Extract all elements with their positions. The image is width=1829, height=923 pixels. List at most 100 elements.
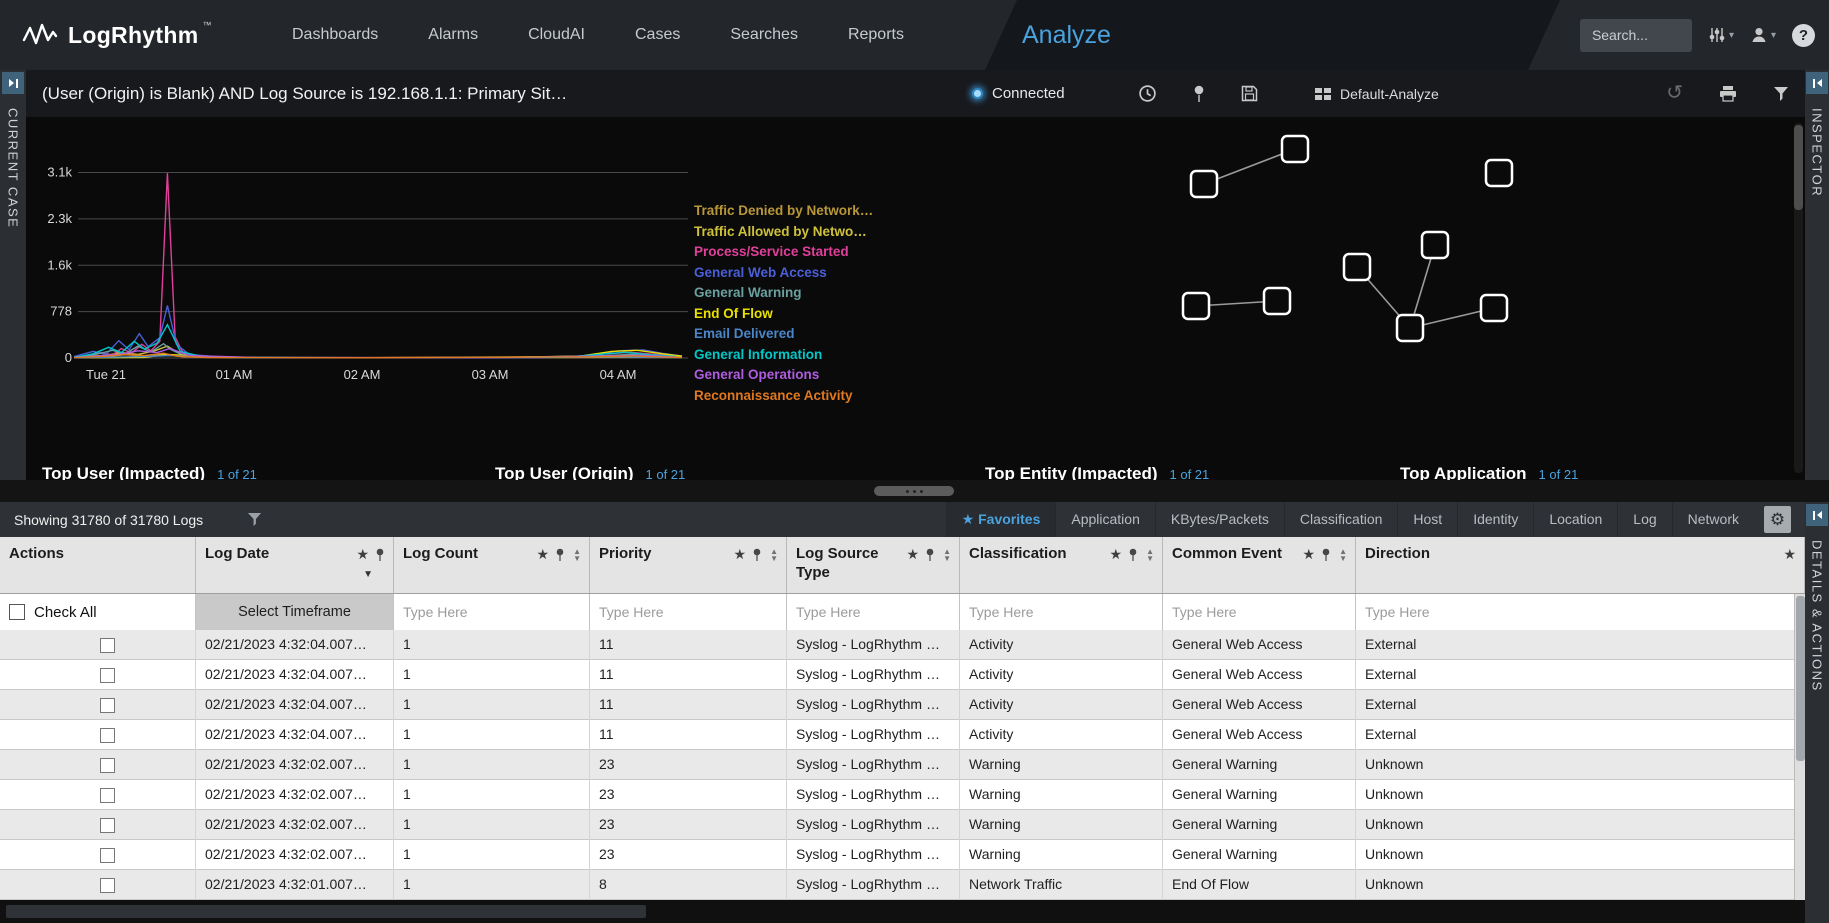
sort-arrows-icon[interactable]: ▲▼ xyxy=(1339,548,1347,562)
graph-node[interactable] xyxy=(1344,254,1370,280)
tab-kbytes-packets[interactable]: KBytes/Packets xyxy=(1155,502,1284,537)
grid-vertical-scrollbar-handle[interactable] xyxy=(1796,596,1805,761)
help-button[interactable]: ? xyxy=(1792,24,1815,47)
pin-icon[interactable] xyxy=(752,548,762,562)
tab-classification[interactable]: Classification xyxy=(1284,502,1397,537)
sort-arrows-icon[interactable]: ▲▼ xyxy=(770,548,778,562)
column-header-priority[interactable]: Priority★▲▼ xyxy=(590,537,787,593)
column-header-log-date[interactable]: Log Date▼★ xyxy=(196,537,394,593)
nav-item-cases[interactable]: Cases xyxy=(635,26,680,44)
pin-icon[interactable] xyxy=(1128,548,1138,562)
graph-node[interactable] xyxy=(1397,315,1423,341)
graph-node[interactable] xyxy=(1264,288,1290,314)
tab-location[interactable]: Location xyxy=(1533,502,1617,537)
sort-desc-icon[interactable]: ▼ xyxy=(363,569,373,580)
search-input[interactable] xyxy=(1580,19,1692,52)
graph-node[interactable] xyxy=(1486,160,1512,186)
table-row[interactable]: 02/21/2023 4:32:01.007…18Syslog - LogRhy… xyxy=(0,870,1805,900)
nav-item-searches[interactable]: Searches xyxy=(730,26,798,44)
column-header-common-event[interactable]: Common Event★▲▼ xyxy=(1163,537,1356,593)
filter-button[interactable] xyxy=(1773,86,1789,102)
filter-input-log-count[interactable]: Type Here xyxy=(394,594,590,630)
table-row[interactable]: 02/21/2023 4:32:04.007…111Syslog - LogRh… xyxy=(0,660,1805,690)
widget-pager[interactable]: 1 of 21 xyxy=(1170,467,1210,480)
row-checkbox[interactable] xyxy=(100,848,115,863)
divider-resize-handle[interactable] xyxy=(874,486,954,496)
table-row[interactable]: 02/21/2023 4:32:04.007…111Syslog - LogRh… xyxy=(0,630,1805,660)
row-checkbox[interactable] xyxy=(100,638,115,653)
favorite-star-icon[interactable]: ★ xyxy=(356,546,369,563)
row-checkbox[interactable] xyxy=(100,758,115,773)
column-header-direction[interactable]: Direction★ xyxy=(1356,537,1805,593)
widget-pager[interactable]: 1 of 21 xyxy=(1539,467,1579,480)
nav-item-reports[interactable]: Reports xyxy=(848,26,904,44)
table-row[interactable]: 02/21/2023 4:32:02.007…123Syslog - LogRh… xyxy=(0,840,1805,870)
expand-details-button[interactable] xyxy=(1806,504,1828,526)
graph-node[interactable] xyxy=(1191,171,1217,197)
filter-input-classification[interactable]: Type Here xyxy=(960,594,1163,630)
horizontal-scrollbar-handle[interactable] xyxy=(6,905,646,918)
filter-input-common-event[interactable]: Type Here xyxy=(1163,594,1356,630)
pin-icon[interactable] xyxy=(925,548,935,562)
column-header-log-source-type[interactable]: Log Source Type★▲▼ xyxy=(787,537,960,593)
favorite-star-icon[interactable]: ★ xyxy=(1110,546,1123,563)
check-all-checkbox[interactable] xyxy=(9,604,25,620)
row-checkbox[interactable] xyxy=(100,728,115,743)
table-row[interactable]: 02/21/2023 4:32:04.007…111Syslog - LogRh… xyxy=(0,720,1805,750)
time-range-button[interactable] xyxy=(1138,84,1157,103)
table-row[interactable]: 02/21/2023 4:32:04.007…111Syslog - LogRh… xyxy=(0,690,1805,720)
panel-scrollbar-handle[interactable] xyxy=(1794,125,1803,210)
column-header-actions[interactable]: Actions xyxy=(0,537,196,593)
column-header-classification[interactable]: Classification★▲▼ xyxy=(960,537,1163,593)
table-row[interactable]: 02/21/2023 4:32:02.007…123Syslog - LogRh… xyxy=(0,750,1805,780)
tab-log[interactable]: Log xyxy=(1617,502,1671,537)
pin-icon[interactable] xyxy=(375,548,385,562)
tab-favorites[interactable]: ★ Favorites xyxy=(946,502,1056,537)
graph-node[interactable] xyxy=(1282,136,1308,162)
nav-item-dashboards[interactable]: Dashboards xyxy=(292,26,378,44)
filter-input-priority[interactable]: Type Here xyxy=(590,594,787,630)
graph-node[interactable] xyxy=(1481,295,1507,321)
sort-arrows-icon[interactable]: ▲▼ xyxy=(943,548,951,562)
row-checkbox[interactable] xyxy=(100,698,115,713)
graph-node[interactable] xyxy=(1183,293,1209,319)
sort-arrows-icon[interactable]: ▲▼ xyxy=(573,548,581,562)
timeframe-select-button[interactable]: Select Timeframe xyxy=(196,594,394,630)
undo-button[interactable]: ↺ xyxy=(1666,83,1683,104)
pin-icon[interactable] xyxy=(1321,548,1331,562)
widget-pager[interactable]: 1 of 21 xyxy=(217,467,257,480)
row-checkbox[interactable] xyxy=(100,818,115,833)
widget-pager[interactable]: 1 of 21 xyxy=(646,467,686,480)
row-checkbox[interactable] xyxy=(100,668,115,683)
row-checkbox[interactable] xyxy=(100,878,115,893)
pin-search-button[interactable] xyxy=(1193,85,1205,103)
details-actions-label[interactable]: DETAILS & ACTIONS xyxy=(1810,540,1825,692)
expand-current-case-button[interactable] xyxy=(2,72,24,94)
nav-item-analyze[interactable]: Analyze xyxy=(1022,0,1111,70)
tab-identity[interactable]: Identity xyxy=(1457,502,1533,537)
user-menu-button[interactable]: ▾ xyxy=(1750,26,1776,44)
table-row[interactable]: 02/21/2023 4:32:02.007…123Syslog - LogRh… xyxy=(0,810,1805,840)
favorite-star-icon[interactable]: ★ xyxy=(734,546,747,563)
column-header-log-count[interactable]: Log Count★▲▼ xyxy=(394,537,590,593)
favorite-star-icon[interactable]: ★ xyxy=(907,546,920,563)
tab-host[interactable]: Host xyxy=(1397,502,1457,537)
grid-settings-button[interactable]: ⚙ xyxy=(1764,506,1791,533)
row-checkbox[interactable] xyxy=(100,788,115,803)
pin-icon[interactable] xyxy=(555,548,565,562)
graph-node[interactable] xyxy=(1422,232,1448,258)
table-row[interactable]: 02/21/2023 4:32:02.007…123Syslog - LogRh… xyxy=(0,780,1805,810)
search-options-button[interactable]: ▾ xyxy=(1708,27,1734,43)
print-button[interactable] xyxy=(1719,85,1737,102)
layout-select[interactable]: Default-Analyze xyxy=(1314,70,1439,117)
save-search-button[interactable] xyxy=(1241,85,1258,102)
favorite-star-icon[interactable]: ★ xyxy=(537,546,550,563)
tab-network[interactable]: Network xyxy=(1672,502,1754,537)
tab-application[interactable]: Application xyxy=(1055,502,1155,537)
expand-inspector-button[interactable] xyxy=(1806,72,1828,94)
inspector-label[interactable]: INSPECTOR xyxy=(1810,108,1825,197)
grid-filter-button[interactable] xyxy=(247,512,262,527)
nav-item-alarms[interactable]: Alarms xyxy=(428,26,478,44)
filter-input-log-source-type[interactable]: Type Here xyxy=(787,594,960,630)
brand[interactable]: LogRhythm ™ xyxy=(22,0,211,70)
